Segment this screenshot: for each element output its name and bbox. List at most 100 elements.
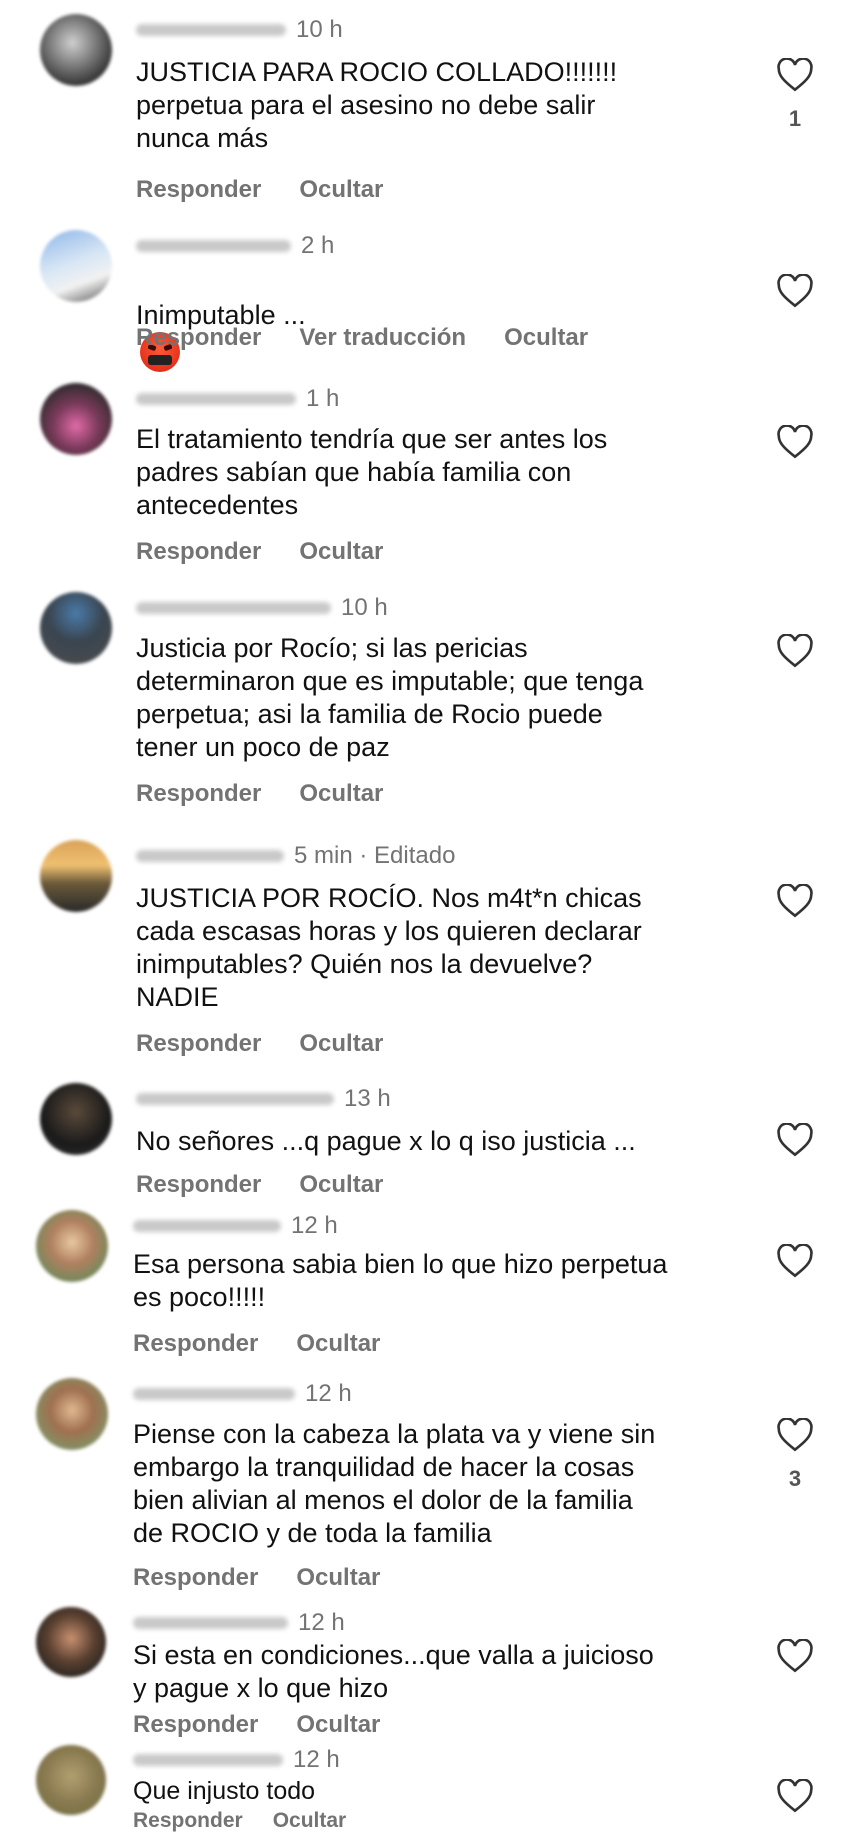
reply-button[interactable]: Responder: [133, 1711, 258, 1739]
heart-outline-icon[interactable]: [776, 1779, 814, 1813]
hide-button[interactable]: Ocultar: [296, 1564, 380, 1592]
heart-outline-icon[interactable]: [776, 58, 814, 92]
reply-button[interactable]: Responder: [136, 1030, 261, 1058]
username-blurred[interactable]: [136, 393, 296, 405]
username-blurred[interactable]: [133, 1388, 295, 1400]
comment-time: 12 h: [298, 1609, 345, 1636]
comment-time: 12 h: [293, 1746, 340, 1773]
avatar[interactable]: [40, 840, 112, 912]
reply-button[interactable]: Responder: [133, 1564, 258, 1592]
username-blurred[interactable]: [136, 1093, 334, 1105]
username-blurred[interactable]: [136, 850, 284, 862]
avatar[interactable]: [40, 1083, 112, 1155]
comment-time: 1 h: [306, 385, 340, 412]
hide-button[interactable]: Ocultar: [299, 1030, 383, 1058]
username-blurred[interactable]: [136, 240, 291, 252]
avatar[interactable]: [40, 230, 112, 302]
comment-meta: 12 h: [133, 1607, 345, 1639]
like-count: 3: [788, 1466, 802, 1491]
heart-outline-icon[interactable]: [776, 1123, 814, 1157]
reply-button[interactable]: Responder: [136, 1171, 261, 1199]
comment-time: 10 h: [296, 16, 343, 43]
comment-meta: 10 h: [136, 14, 343, 46]
comment-time: 13 h: [344, 1085, 391, 1112]
reply-button[interactable]: Responder: [133, 1330, 258, 1358]
username-blurred[interactable]: [136, 24, 286, 36]
comment-actions: Responder Ocultar: [136, 780, 383, 808]
comment-text: JUSTICIA POR ROCÍO. Nos m4t*n chicas cad…: [136, 883, 642, 1012]
see-translation-button[interactable]: Ver traducción: [299, 324, 466, 352]
username-blurred[interactable]: [133, 1617, 288, 1629]
comment-meta: 12 h: [133, 1745, 340, 1775]
heart-outline-icon[interactable]: [776, 1639, 814, 1673]
comment-actions: Responder Ocultar: [136, 1171, 383, 1199]
comment-meta: 12 h: [133, 1378, 352, 1410]
comment-time: 12 h: [291, 1212, 338, 1239]
hide-button[interactable]: Ocultar: [299, 1171, 383, 1199]
heart-outline-icon[interactable]: [776, 274, 814, 308]
comment-text: Si esta en condiciones...que valla a jui…: [133, 1640, 654, 1703]
comment-text: Justicia por Rocío; si las pericias dete…: [136, 633, 644, 762]
hide-button[interactable]: Ocultar: [299, 538, 383, 566]
like-control: [770, 274, 820, 322]
comment-meta: 2 h: [136, 230, 334, 262]
hide-button[interactable]: Ocultar: [504, 324, 588, 352]
avatar[interactable]: [40, 383, 112, 455]
comment-time: 10 h: [341, 594, 388, 621]
reply-button[interactable]: Responder: [136, 538, 261, 566]
comment-text: Esa persona sabia bien lo que hizo perpe…: [133, 1249, 668, 1312]
comment-meta: 12 h: [133, 1210, 338, 1242]
comment-meta: 10 h: [136, 592, 388, 624]
comment-actions: Responder Ocultar: [133, 1809, 346, 1833]
comment-actions: Responder Ocultar: [136, 1030, 383, 1058]
reply-button[interactable]: Responder: [136, 324, 261, 352]
like-control: 3: [770, 1418, 820, 1492]
hide-button[interactable]: Ocultar: [299, 780, 383, 808]
heart-outline-icon[interactable]: [776, 425, 814, 459]
hide-button[interactable]: Ocultar: [273, 1809, 347, 1833]
comment-text: El tratamiento tendría que ser antes los…: [136, 424, 608, 520]
avatar[interactable]: [36, 1745, 106, 1815]
like-control: 1: [770, 58, 820, 132]
heart-outline-icon[interactable]: [776, 1418, 814, 1452]
like-control: [770, 1779, 820, 1827]
comment-text: No señores ...q pague x lo q iso justici…: [136, 1126, 636, 1156]
comment-actions: Responder Ocultar: [136, 538, 383, 566]
comment-time: 2 h: [301, 232, 335, 259]
like-control: [770, 1639, 820, 1687]
avatar[interactable]: [40, 14, 112, 86]
avatar[interactable]: [36, 1210, 108, 1282]
heart-outline-icon[interactable]: [776, 1244, 814, 1278]
comment-time: 12 h: [305, 1380, 352, 1407]
comment-time: 5 min · Editado: [294, 842, 456, 869]
heart-outline-icon[interactable]: [776, 884, 814, 918]
like-control: [770, 1123, 820, 1171]
reply-button[interactable]: Responder: [136, 176, 261, 204]
like-control: [770, 1244, 820, 1292]
comment-actions: Responder Ver traducción Ocultar: [136, 324, 588, 352]
like-control: [770, 634, 820, 682]
avatar[interactable]: [40, 592, 112, 664]
username-blurred[interactable]: [133, 1754, 283, 1766]
username-blurred[interactable]: [133, 1220, 281, 1232]
username-blurred[interactable]: [136, 602, 331, 614]
hide-button[interactable]: Ocultar: [299, 176, 383, 204]
hide-button[interactable]: Ocultar: [296, 1330, 380, 1358]
comment-text: Piense con la cabeza la plata va y viene…: [133, 1419, 656, 1548]
comment-actions: Responder Ocultar: [133, 1564, 380, 1592]
comment-text: Inimputable ...: [136, 266, 726, 372]
comment-meta: 5 min · Editado: [136, 840, 455, 872]
hide-button[interactable]: Ocultar: [296, 1711, 380, 1739]
like-control: [770, 884, 820, 932]
avatar[interactable]: [36, 1607, 106, 1677]
comment-actions: Responder Ocultar: [136, 176, 383, 204]
heart-outline-icon[interactable]: [776, 634, 814, 668]
avatar[interactable]: [36, 1378, 108, 1450]
like-count: 1: [788, 106, 802, 131]
comment-text: JUSTICIA PARA ROCIO COLLADO!!!!!!! perpe…: [136, 57, 618, 153]
comment-actions: Responder Ocultar: [133, 1711, 380, 1739]
comment-actions: Responder Ocultar: [133, 1330, 380, 1358]
reply-button[interactable]: Responder: [133, 1809, 243, 1833]
comment-meta: 1 h: [136, 383, 339, 415]
reply-button[interactable]: Responder: [136, 780, 261, 808]
